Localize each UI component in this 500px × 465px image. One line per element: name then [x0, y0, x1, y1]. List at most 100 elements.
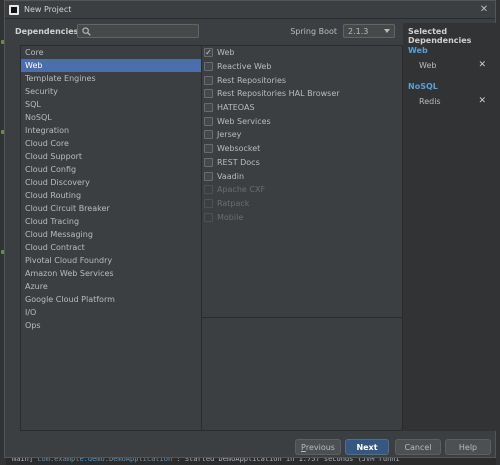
- dependency-label: Apache CXF: [217, 185, 266, 195]
- dependency-label: Ratpack: [217, 198, 250, 208]
- category-item-ops[interactable]: Ops: [21, 319, 201, 332]
- dependency-item-rest-docs[interactable]: REST Docs: [202, 156, 402, 170]
- cancel-button[interactable]: Cancel: [395, 439, 441, 455]
- category-item-cloud-config[interactable]: Cloud Config: [21, 163, 201, 176]
- dependency-item-rest-repositories[interactable]: Rest Repositories: [202, 73, 402, 87]
- header-row: Dependencies Spring Boot 2.1.3: [15, 24, 395, 38]
- close-icon[interactable]: ✕: [473, 4, 495, 15]
- spring-boot-label: Spring Boot: [290, 26, 337, 36]
- category-list[interactable]: Core Web Template Engines Security SQL NoSQL I…: [20, 45, 202, 431]
- dependency-list[interactable]: ✓ Web Reactive Web Rest Repositories Rest Re…: [202, 45, 403, 431]
- button-row: Previous Next Cancel Help: [5, 439, 495, 455]
- spring-boot-version-value: 2.1.3: [348, 26, 369, 36]
- previous-label-rest: revious: [305, 442, 335, 452]
- titlebar: New Project ✕: [5, 1, 495, 19]
- category-item-pivotal-cloud-foundry[interactable]: Pivotal Cloud Foundry: [21, 254, 201, 267]
- dependency-items: ✓ Web Reactive Web Rest Repositories Rest Re…: [202, 46, 402, 224]
- dependency-item-hateoas[interactable]: HATEOAS: [202, 101, 402, 115]
- dependency-checkbox[interactable]: [204, 103, 213, 113]
- category-item-cloud-routing[interactable]: Cloud Routing: [21, 189, 201, 202]
- category-item-template-engines[interactable]: Template Engines: [21, 72, 201, 85]
- dependency-item-web-services[interactable]: Web Services: [202, 114, 402, 128]
- dependency-label: REST Docs: [217, 157, 260, 167]
- dependency-item-jersey[interactable]: Jersey: [202, 128, 402, 142]
- category-item-security[interactable]: Security: [21, 85, 201, 98]
- category-item-cloud-contract[interactable]: Cloud Contract: [21, 241, 201, 254]
- category-item-amazon-web-services[interactable]: Amazon Web Services: [21, 267, 201, 280]
- dependency-item-apache-cxf: Apache CXF: [202, 183, 402, 197]
- dependency-checkbox[interactable]: [204, 75, 213, 85]
- dependency-label: Reactive Web: [217, 62, 272, 72]
- selected-groups: Web Web ✕ NoSQL Redis ✕: [403, 45, 496, 117]
- selected-group-title: NoSQL: [408, 82, 438, 91]
- dependency-checkbox: [204, 198, 213, 208]
- dependency-item-vaadin[interactable]: Vaadin: [202, 169, 402, 183]
- new-project-dialog: New Project ✕ Dependencies Spring Boot 2…: [4, 0, 496, 458]
- dependencies-label: Dependencies: [15, 26, 79, 36]
- checkmark-icon: ✓: [205, 48, 212, 58]
- search-field[interactable]: [77, 24, 199, 38]
- window-title: New Project: [24, 5, 72, 14]
- category-item-cloud-discovery[interactable]: Cloud Discovery: [21, 176, 201, 189]
- search-input[interactable]: [94, 26, 194, 36]
- dependency-item-rest-repositories-hal-browser[interactable]: Rest Repositories HAL Browser: [202, 87, 402, 101]
- category-item-google-cloud-platform[interactable]: Google Cloud Platform: [21, 293, 201, 306]
- selected-item: Web ✕: [403, 57, 496, 73]
- help-button[interactable]: Help: [445, 439, 491, 455]
- previous-button[interactable]: Previous: [295, 439, 341, 455]
- dependency-item-mobile: Mobile: [202, 210, 402, 224]
- category-item-core[interactable]: Core: [21, 46, 201, 59]
- dependency-checkbox[interactable]: [204, 62, 213, 72]
- dependency-item-reactive-web[interactable]: Reactive Web: [202, 60, 402, 74]
- category-item-cloud-messaging[interactable]: Cloud Messaging: [21, 228, 201, 241]
- category-item-i-o[interactable]: I/O: [21, 306, 201, 319]
- next-button[interactable]: Next: [345, 439, 389, 455]
- selected-dependencies-title: Selected Dependencies: [408, 27, 472, 45]
- dependency-checkbox: [204, 185, 213, 195]
- chevron-down-icon: [384, 29, 390, 33]
- search-icon: [82, 26, 91, 36]
- category-item-cloud-core[interactable]: Cloud Core: [21, 137, 201, 150]
- dependency-checkbox[interactable]: [204, 157, 213, 167]
- dependency-label: Vaadin: [217, 171, 245, 181]
- selected-item: Redis ✕: [403, 93, 496, 109]
- selected-dependencies-panel: Selected Dependencies Web Web ✕ NoSQL Redis ✕: [403, 23, 496, 431]
- dependency-checkbox[interactable]: [204, 144, 213, 154]
- dependency-item-web[interactable]: ✓ Web: [202, 46, 402, 60]
- dependency-item-ratpack: Ratpack: [202, 197, 402, 211]
- list-divider: [202, 317, 402, 318]
- app-icon: [9, 4, 19, 15]
- selected-item-label: Redis: [419, 96, 441, 106]
- dependency-label: HATEOAS: [217, 103, 255, 113]
- dependency-label: Rest Repositories HAL Browser: [217, 89, 340, 99]
- dependency-label: Rest Repositories: [217, 75, 287, 85]
- dependency-checkbox: [204, 212, 213, 222]
- dependency-checkbox[interactable]: ✓: [204, 48, 213, 58]
- dependency-label: Web Services: [217, 116, 271, 126]
- selected-group-title: Web: [408, 46, 428, 55]
- category-item-cloud-tracing[interactable]: Cloud Tracing: [21, 215, 201, 228]
- dependency-checkbox[interactable]: [204, 171, 213, 181]
- category-item-azure[interactable]: Azure: [21, 280, 201, 293]
- category-item-sql[interactable]: SQL: [21, 98, 201, 111]
- category-item-integration[interactable]: Integration: [21, 124, 201, 137]
- category-item-cloud-circuit-breaker[interactable]: Cloud Circuit Breaker: [21, 202, 201, 215]
- category-item-nosql[interactable]: NoSQL: [21, 111, 201, 124]
- remove-icon[interactable]: ✕: [478, 60, 486, 70]
- dependency-item-websocket[interactable]: Websocket: [202, 142, 402, 156]
- ide-scrollbar[interactable]: [496, 0, 500, 465]
- dependency-label: Websocket: [217, 144, 261, 154]
- selected-item-label: Web: [419, 60, 437, 70]
- category-item-cloud-support[interactable]: Cloud Support: [21, 150, 201, 163]
- remove-icon[interactable]: ✕: [478, 96, 486, 106]
- dependency-checkbox[interactable]: [204, 89, 213, 99]
- dependency-checkbox[interactable]: [204, 116, 213, 126]
- dependency-checkbox[interactable]: [204, 130, 213, 140]
- spring-boot-version-select[interactable]: 2.1.3: [343, 24, 395, 38]
- category-item-web[interactable]: Web: [21, 59, 201, 72]
- dependency-label: Jersey: [217, 130, 242, 140]
- dependency-label: Mobile: [217, 212, 244, 222]
- dependency-label: Web: [217, 48, 235, 58]
